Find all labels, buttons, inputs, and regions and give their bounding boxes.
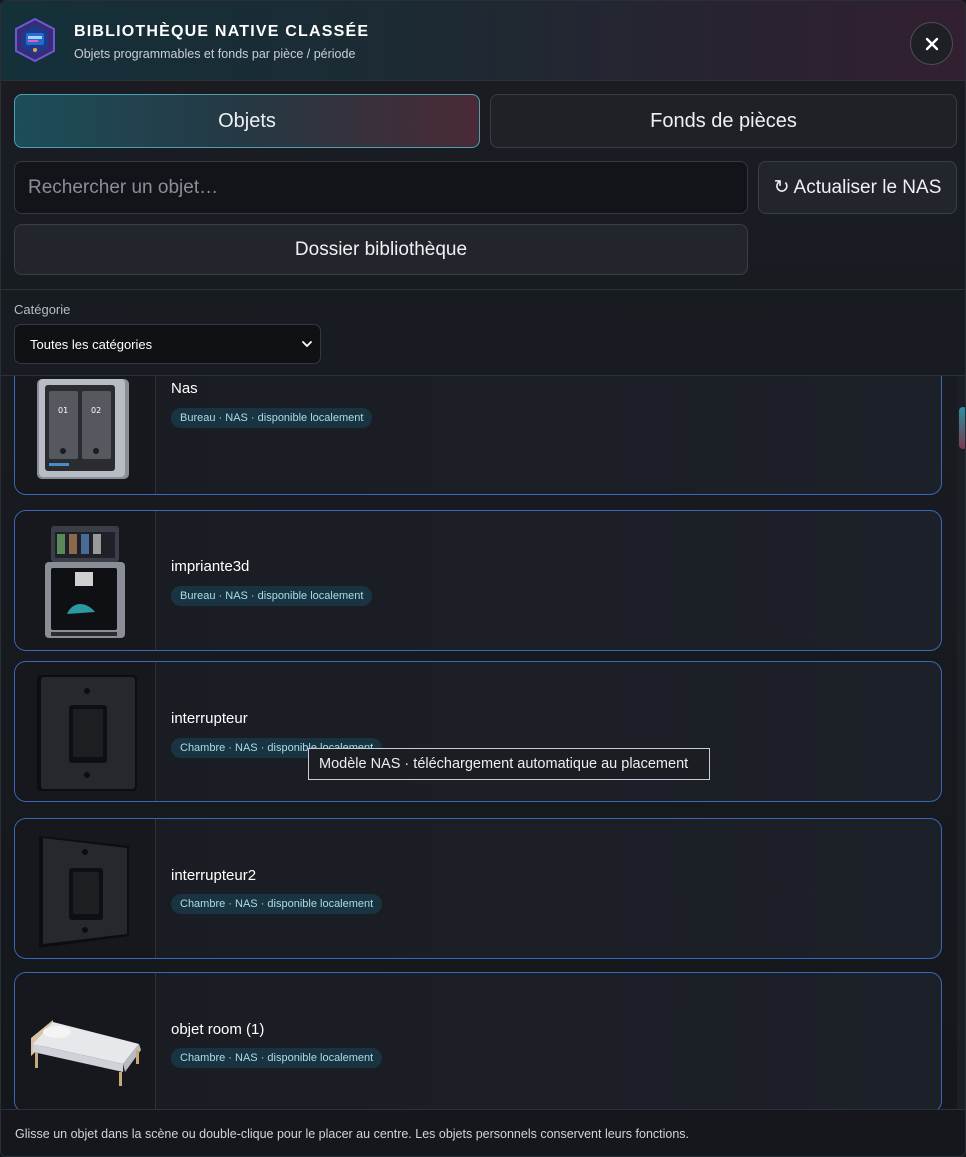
- item-tag-badge: Bureau · NAS · disponible localement: [171, 408, 373, 428]
- close-button[interactable]: [910, 22, 953, 65]
- category-label: Catégorie: [14, 302, 71, 317]
- list-item[interactable]: impriante3d Bureau · NAS · disponible lo…: [14, 510, 942, 651]
- category-selected-value: Toutes les catégories: [30, 336, 153, 352]
- item-name: interrupteur: [171, 710, 248, 727]
- 3d-printer-icon: [15, 511, 156, 650]
- svg-text:02: 02: [91, 406, 101, 415]
- item-name: Nas: [171, 380, 198, 397]
- refresh-icon: ↻: [773, 177, 790, 198]
- refresh-nas-label: Actualiser le NAS: [793, 176, 942, 198]
- list-item[interactable]: 01 02 Nas Bureau · NAS · disponible loca…: [14, 376, 942, 495]
- close-icon: [925, 37, 938, 50]
- divider: [1, 289, 965, 290]
- nas-icon: 01 02: [15, 376, 156, 494]
- list-item[interactable]: interrupteur2 Chambre · NAS · disponible…: [14, 818, 942, 959]
- item-name: objet room (1): [171, 1021, 265, 1038]
- item-tag-badge: Chambre · NAS · disponible localement: [171, 894, 383, 914]
- scrollbar-thumb[interactable]: [959, 407, 965, 449]
- library-folder-button[interactable]: Dossier bibliothèque: [14, 224, 748, 275]
- light-switch-icon: [15, 819, 156, 958]
- light-switch-icon: [15, 662, 156, 801]
- item-tag-badge: Bureau · NAS · disponible localement: [171, 586, 373, 606]
- list-item[interactable]: objet room (1) Chambre · NAS · disponibl…: [14, 972, 942, 1109]
- header: BIBLIOTHÈQUE NATIVE CLASSÉE Objets progr…: [1, 1, 965, 81]
- item-name: interrupteur2: [171, 867, 257, 884]
- app-title: BIBLIOTHÈQUE NATIVE CLASSÉE: [74, 23, 370, 40]
- list-item[interactable]: interrupteur Chambre · NAS · disponible …: [14, 661, 942, 802]
- search-input[interactable]: [14, 161, 748, 214]
- tab-objets[interactable]: Objets: [14, 94, 480, 148]
- refresh-nas-button[interactable]: ↻ Actualiser le NAS: [758, 161, 957, 214]
- object-list: 01 02 Nas Bureau · NAS · disponible loca…: [1, 376, 965, 1109]
- library-panel: BIBLIOTHÈQUE NATIVE CLASSÉE Objets progr…: [0, 0, 966, 1157]
- app-logo-icon: [15, 17, 55, 63]
- app-subtitle: Objets programmables et fonds par pièce …: [74, 47, 356, 61]
- footer-hint: Glisse un objet dans la scène ou double-…: [1, 1109, 965, 1156]
- bed-icon: [15, 973, 156, 1109]
- item-tag-badge: Chambre · NAS · disponible localement: [171, 1048, 383, 1068]
- svg-text:01: 01: [58, 406, 68, 415]
- chevron-down-icon: [302, 341, 312, 348]
- item-name: impriante3d: [171, 558, 250, 575]
- scrollbar-track[interactable]: [957, 376, 965, 1109]
- category-select[interactable]: Toutes les catégories: [14, 324, 321, 364]
- tab-fonds-de-pieces[interactable]: Fonds de pièces: [490, 94, 957, 148]
- tooltip: Modèle NAS · téléchargement automatique …: [308, 748, 710, 780]
